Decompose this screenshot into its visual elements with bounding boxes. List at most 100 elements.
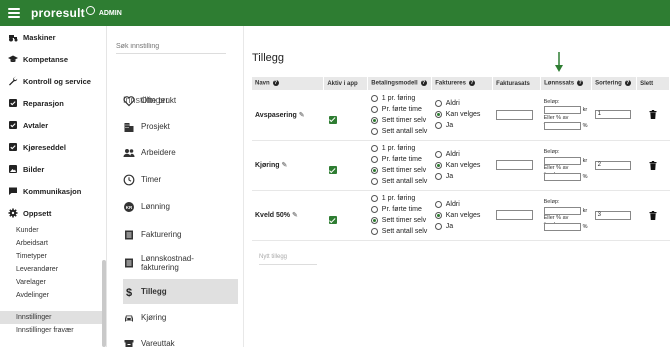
betalingsmodell-option[interactable]: Sett antall selv: [370, 226, 429, 237]
brand-logo[interactable]: proresult ADMIN: [31, 5, 122, 20]
sidebar-subitem[interactable]: Innstillinger: [0, 311, 106, 324]
betalingsmodell-option[interactable]: Sett timer selv: [370, 215, 429, 226]
betalingsmodell-option[interactable]: Pr. førte time: [370, 204, 429, 215]
betalingsmodell-option[interactable]: Sett timer selv: [370, 165, 429, 176]
radio-button[interactable]: [434, 211, 442, 219]
settings-search[interactable]: [116, 40, 226, 54]
settings-item-tillegg[interactable]: $ Tillegg: [123, 279, 238, 304]
sortering-input[interactable]: 3: [594, 210, 631, 220]
betalingsmodell-option[interactable]: 1 pr. føring: [370, 93, 429, 104]
faktureres-option[interactable]: Aldri: [434, 98, 490, 109]
settings-item-ofte-brukt[interactable]: Ofte brukt: [123, 88, 238, 113]
settings-item-vareuttak[interactable]: Vareuttak: [123, 331, 238, 347]
sidebar-group-avtaler[interactable]: Avtaler: [0, 114, 106, 136]
sidebar-group-bilder[interactable]: Bilder: [0, 158, 106, 180]
help-icon[interactable]: ?: [577, 80, 584, 87]
faktureres-option[interactable]: Kan velges: [434, 109, 490, 120]
radio-button[interactable]: [434, 100, 442, 108]
sidebar-subitem[interactable]: Timetyper: [0, 250, 106, 263]
pencil-icon[interactable]: ✎: [292, 212, 298, 219]
sidebar-group-maskiner[interactable]: Maskiner: [0, 26, 106, 48]
faktureres-option[interactable]: Ja: [434, 120, 490, 131]
radio-button[interactable]: [434, 200, 442, 208]
sidebar-group-oppsett[interactable]: Oppsett: [0, 202, 106, 224]
radio-button[interactable]: [370, 127, 378, 135]
fakturasats-input[interactable]: [495, 210, 533, 220]
help-icon[interactable]: ?: [272, 80, 279, 87]
sidebar-subitem[interactable]: Innstillinger fravær: [0, 324, 106, 337]
sidebar-group-kontroll-og-service[interactable]: Kontroll og service: [0, 70, 106, 92]
radio-button[interactable]: [370, 178, 378, 185]
radio-button[interactable]: [370, 94, 378, 102]
percent-input[interactable]: [543, 122, 581, 131]
settings-item-lønnskostnad-fakturering[interactable]: Lønnskostnad-fakturering: [123, 250, 238, 275]
settings-search-input[interactable]: [116, 40, 226, 53]
settings-item-lønning[interactable]: KR Lønning: [123, 194, 238, 219]
menu-icon[interactable]: [8, 8, 20, 18]
faktureres-option[interactable]: Kan velges: [434, 210, 490, 221]
settings-item-arbeidere[interactable]: Arbeidere: [123, 140, 238, 165]
radio-button[interactable]: [370, 145, 378, 152]
trash-icon[interactable]: [649, 110, 657, 120]
radio-button[interactable]: [370, 167, 378, 174]
radio-button[interactable]: [370, 228, 378, 235]
betalingsmodell-option[interactable]: Pr. førte time: [370, 104, 429, 115]
sidebar-subitem[interactable]: Varelager: [0, 276, 106, 289]
radio-button[interactable]: [370, 116, 378, 124]
percent-input[interactable]: [543, 222, 581, 231]
radio-button[interactable]: [434, 122, 442, 130]
betalingsmodell-option[interactable]: Sett antall selv: [370, 176, 429, 187]
radio-button[interactable]: [370, 105, 378, 113]
radio-button[interactable]: [370, 217, 378, 224]
radio-button[interactable]: [370, 156, 378, 163]
betalingsmodell-option[interactable]: 1 pr. føring: [370, 143, 429, 154]
pencil-icon[interactable]: ✎: [282, 162, 288, 169]
settings-item-timer[interactable]: Timer: [123, 167, 238, 192]
faktureres-option[interactable]: Aldri: [434, 149, 490, 160]
sidebar-group-kommunikasjon[interactable]: Kommunikasjon: [0, 180, 106, 202]
radio-button[interactable]: [434, 150, 442, 158]
sidebar-group-kompetanse[interactable]: Kompetanse: [0, 48, 106, 70]
radio-button[interactable]: [370, 206, 378, 213]
radio-button[interactable]: [434, 222, 442, 230]
sidebar-scrollbar[interactable]: [102, 260, 106, 347]
active-checkbox[interactable]: [328, 216, 337, 224]
active-checkbox[interactable]: [328, 166, 337, 174]
percent-input[interactable]: [543, 172, 581, 181]
betalingsmodell-option[interactable]: Sett antall selv: [370, 126, 429, 137]
trash-icon[interactable]: [649, 210, 657, 220]
sidebar-group-kjøreseddel[interactable]: Kjøreseddel: [0, 136, 106, 158]
sidebar-subitem[interactable]: Avdelinger: [0, 289, 106, 302]
sortering-input[interactable]: 2: [594, 160, 631, 170]
help-icon[interactable]: ?: [420, 80, 427, 87]
fakturasats-input[interactable]: [495, 109, 533, 120]
sidebar-subitem[interactable]: Kunder: [0, 224, 106, 237]
faktureres-option[interactable]: Ja: [434, 221, 490, 232]
betalingsmodell-option[interactable]: Pr. førte time: [370, 154, 429, 165]
faktureres-option[interactable]: Ja: [434, 171, 490, 182]
radio-button[interactable]: [434, 111, 442, 119]
sidebar-group-reparasjon[interactable]: Reparasjon: [0, 92, 106, 114]
settings-item-fakturering[interactable]: Fakturering: [123, 222, 238, 247]
sortering-input[interactable]: 1: [594, 110, 631, 120]
trash-icon[interactable]: [649, 160, 657, 170]
radio-button[interactable]: [434, 172, 442, 180]
belop-input[interactable]: [543, 156, 581, 165]
faktureres-option[interactable]: Kan velges: [434, 160, 490, 171]
belop-input[interactable]: [543, 206, 581, 215]
help-icon[interactable]: ?: [624, 80, 631, 87]
settings-item-kjøring[interactable]: Kjøring: [123, 305, 238, 330]
settings-item-prosjekt[interactable]: Prosjekt: [123, 114, 238, 139]
help-icon[interactable]: ?: [468, 80, 475, 87]
fakturasats-input[interactable]: [495, 160, 533, 170]
betalingsmodell-option[interactable]: 1 pr. føring: [370, 193, 429, 204]
sidebar-subitem[interactable]: Leverandører: [0, 263, 106, 276]
betalingsmodell-option[interactable]: Sett timer selv: [370, 115, 429, 126]
pencil-icon[interactable]: ✎: [299, 112, 305, 119]
new-tillegg-input[interactable]: Nytt tillegg: [259, 254, 317, 265]
radio-button[interactable]: [370, 195, 378, 202]
radio-button[interactable]: [434, 161, 442, 169]
active-checkbox[interactable]: [328, 115, 337, 124]
sidebar-subitem[interactable]: Arbeidsart: [0, 237, 106, 250]
belop-input[interactable]: [543, 106, 581, 115]
